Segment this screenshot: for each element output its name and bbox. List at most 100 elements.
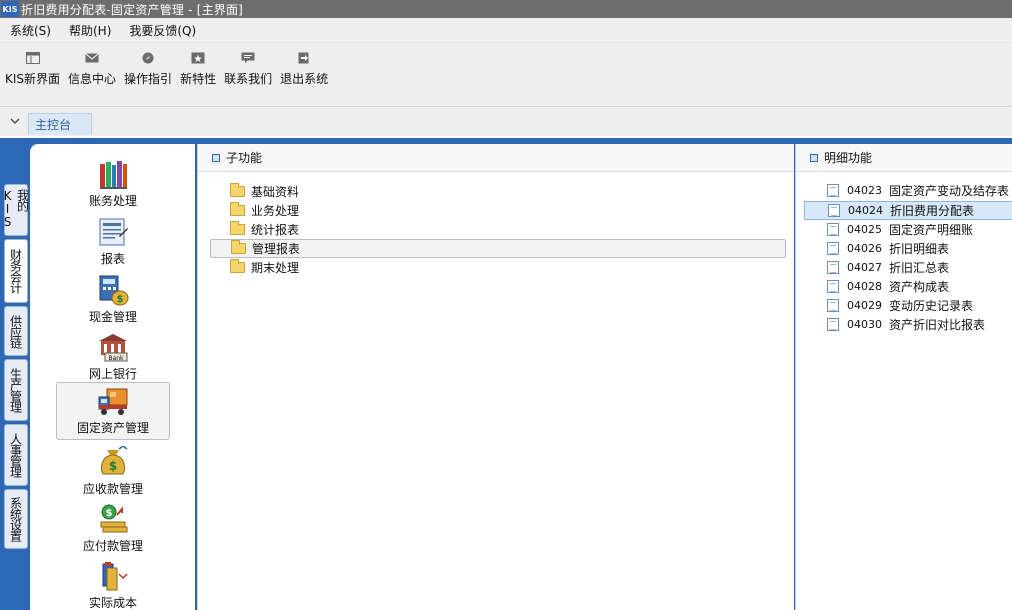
nav-label: 固定资产管理 [76,421,149,435]
detail-item[interactable]: 04023 固定资产变动及结存表 [804,181,1012,200]
bank-icon: Bank [99,334,128,362]
detail-item[interactable]: 04029 变动历史记录表 [804,296,1012,315]
svg-text:$: $ [117,294,124,305]
contact-us-button[interactable]: 联系我们 [224,43,272,87]
window-title: 折旧费用分配表-固定资产管理 - [主界面] [21,2,244,17]
detail-item-code: 04030 [847,318,882,331]
tab-strip: 主控台 [0,106,1012,136]
mail-icon [85,52,99,64]
svg-text:$: $ [109,459,117,473]
folder-icon [230,259,245,273]
nav-label: 账务处理 [88,194,137,208]
detail-item[interactable]: 04027 折旧汇总表 [804,258,1012,277]
money-out-icon: $ [100,504,128,533]
sub-item-period-end[interactable]: 期末处理 [210,258,786,277]
chevron-down-icon[interactable] [10,115,20,128]
tab-main-console[interactable]: 主控台 [28,113,92,135]
detail-item[interactable]: 04024 折旧费用分配表 [804,201,1012,220]
detail-item[interactable]: 04025 固定资产明细账 [804,220,1012,239]
title-bar: KIS 折旧费用分配表-固定资产管理 - [主界面] [0,0,1012,18]
svg-text:$: $ [106,508,113,519]
toolbar-label: 联系我们 [224,72,273,86]
detail-item-label: 资产构成表 [889,280,950,294]
sub-item-label: 统计报表 [251,223,300,237]
nav-item-payables[interactable]: $ 应付款管理 [56,501,170,559]
sub-function-panel: 子功能 基础资料 业务处理 统计报表 管理报表 期末处理 [197,144,794,610]
nav-item-actual-cost[interactable]: 实际成本 [56,558,170,610]
exit-icon [297,52,311,64]
detail-function-panel: 明细功能 04023 固定资产变动及结存表 04024 折旧费用分配表 0402… [795,144,1012,610]
folder-open-icon [231,240,246,254]
star-icon [191,52,205,64]
nav-item-accounting[interactable]: 账务处理 [56,156,170,214]
document-icon [827,280,839,293]
books-icon [100,161,127,189]
document-icon [827,184,839,197]
detail-item-code: 04023 [847,184,882,197]
toolbar-label: 操作指引 [124,72,173,86]
sub-item-label: 管理报表 [252,242,301,256]
operation-guide-button[interactable]: 操作指引 [124,43,172,87]
panel-header: 明细功能 [796,144,1012,172]
panel-header: 子功能 [198,144,794,172]
nav-item-online-bank[interactable]: Bank 网上银行 [56,329,170,387]
chat-icon [241,52,255,64]
message-center-button[interactable]: 信息中心 [68,43,116,87]
kis-new-ui-button[interactable]: KIS新界面 [5,43,60,87]
toolbar-label: 新特性 [180,72,217,86]
nav-label: 报表 [100,252,125,266]
nav-item-receivables[interactable]: $ 应收款管理 [56,444,170,502]
compass-icon [141,52,155,64]
toolbar-label: 信息中心 [68,72,117,86]
detail-item[interactable]: 04026 折旧明细表 [804,239,1012,258]
nav-label: 应收款管理 [82,482,143,496]
sub-item-label: 期末处理 [251,261,300,275]
nav-item-fixed-assets[interactable]: 固定资产管理 [56,382,170,440]
detail-item-code: 04027 [847,261,882,274]
detail-item-label: 变动历史记录表 [889,299,974,313]
sub-item-label: 基础资料 [251,185,300,199]
sub-item-management-reports[interactable]: 管理报表 [210,239,786,258]
sub-item-business[interactable]: 业务处理 [210,201,786,220]
nav-item-reports[interactable]: 报表 [56,214,170,272]
panel-title: 子功能 [226,151,263,165]
detail-item-label: 固定资产变动及结存表 [889,184,1010,198]
menu-feedback[interactable]: 我要反馈(Q) [121,22,204,39]
nav-label: 应付款管理 [82,539,143,553]
folder-icon [230,202,245,216]
nav-label: 网上银行 [88,367,137,381]
panel-title: 明细功能 [824,151,873,165]
moneybag-icon: $ [100,446,128,475]
detail-item[interactable]: 04028 资产构成表 [804,277,1012,296]
document-icon [827,242,839,255]
menu-bar: 系统(S) 帮助(H) 我要反馈(Q) [0,18,1012,42]
document-icon [827,223,839,236]
detail-item-code: 04025 [847,223,882,236]
side-tab-supply-chain[interactable]: 供应链 [4,306,28,356]
folder-icon [230,183,245,197]
calculator-money-icon: $ [99,275,129,306]
detail-item-label: 折旧费用分配表 [890,204,975,218]
document-icon [828,204,840,217]
toolbar-label: 退出系统 [280,72,329,86]
detail-item-code: 04028 [847,280,882,293]
nav-label: 实际成本 [88,596,137,610]
sub-item-statistics[interactable]: 统计报表 [210,220,786,239]
nav-item-cash[interactable]: $ 现金管理 [56,272,170,330]
sub-item-basic-data[interactable]: 基础资料 [210,182,786,201]
new-features-button[interactable]: 新特性 [180,43,216,87]
report-icon [99,218,128,246]
detail-item-code: 04024 [848,204,883,217]
document-icon [827,318,839,331]
side-tab-system-settings[interactable]: 系统设置 [4,489,28,549]
folder-icon [230,221,245,235]
toolbar: KIS新界面 信息中心 操作指引 新特性 联系我们 退出系统 [0,42,1012,106]
menu-system[interactable]: 系统(S) [2,22,59,39]
side-tab-my-kis[interactable]: 我的KIS [1,184,30,236]
side-tab-finance[interactable]: 财务会计 [4,239,28,303]
menu-help[interactable]: 帮助(H) [61,22,119,39]
exit-system-button[interactable]: 退出系统 [280,43,328,87]
detail-item[interactable]: 04030 资产折旧对比报表 [804,315,1012,334]
side-tab-production[interactable]: 生产管理 [4,359,28,421]
side-tab-hr[interactable]: 人事管理 [4,424,28,486]
